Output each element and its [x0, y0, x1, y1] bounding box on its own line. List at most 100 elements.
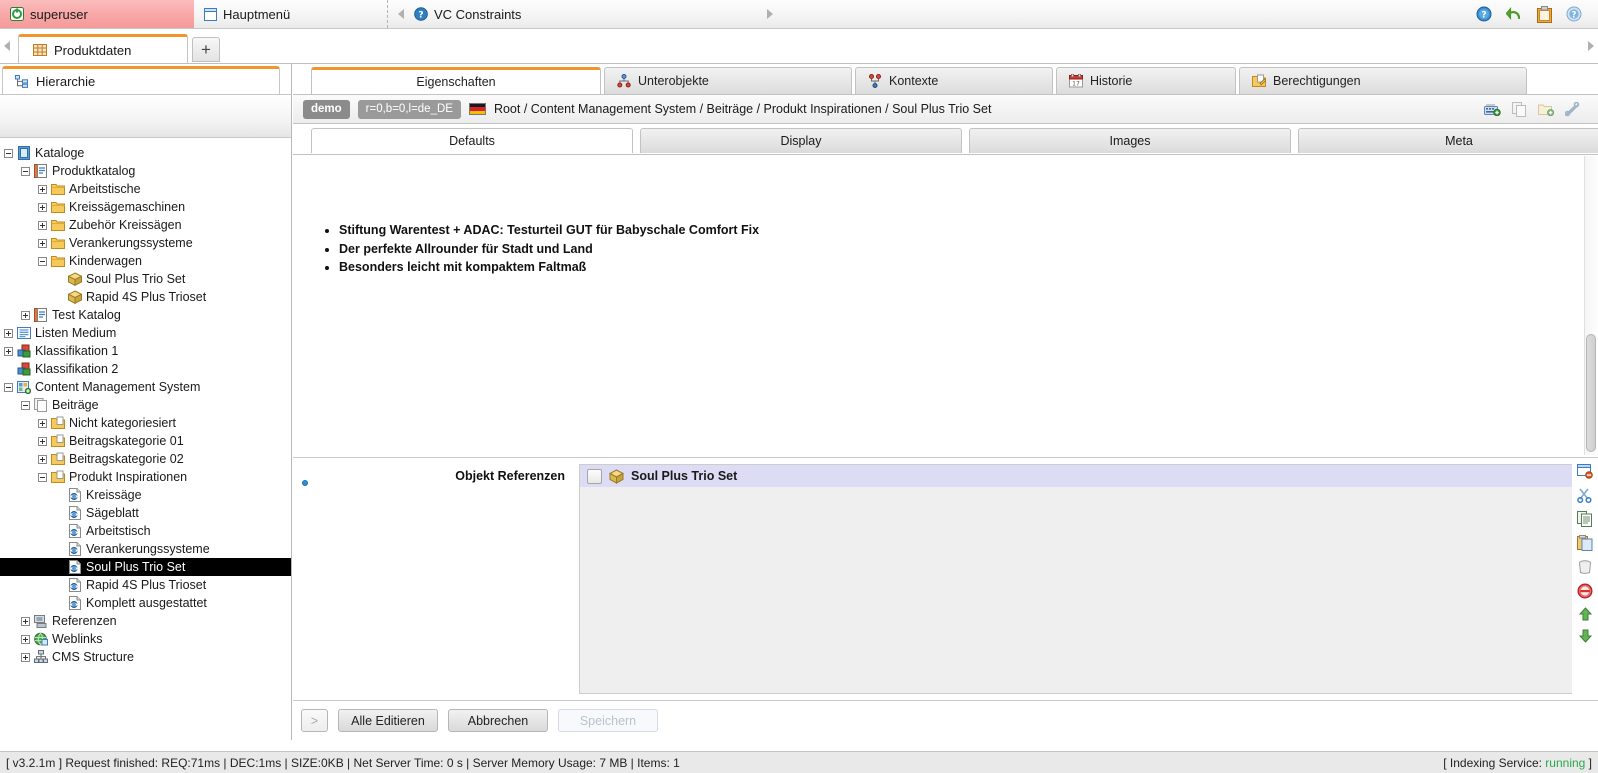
tree-item[interactable]: Klassifikation 2	[0, 360, 291, 378]
edit-all-button[interactable]: Alle Editieren	[338, 709, 438, 732]
tree-item[interactable]: Komplett ausgestattet	[0, 594, 291, 612]
tools-icon[interactable]	[1564, 101, 1580, 117]
collapse-icon[interactable]	[38, 256, 47, 266]
tree-item[interactable]: Nicht kategoriesiert	[0, 414, 291, 432]
tree-item[interactable]: Klassifikation 1	[0, 342, 291, 360]
expand-icon[interactable]	[38, 220, 47, 230]
sub-tab-meta[interactable]: Meta	[1298, 128, 1598, 153]
breadcrumb-path[interactable]: Root / Content Management System / Beitr…	[494, 102, 991, 116]
main-tab-label: Kontexte	[889, 74, 939, 88]
expand-icon[interactable]	[4, 346, 13, 356]
expand-icon[interactable]	[38, 436, 47, 446]
defaults-editor-pane[interactable]: Stiftung Warentest + ADAC: Testurteil GU…	[293, 155, 1598, 456]
main-tab-berechtigungen[interactable]: Berechtigungen	[1239, 67, 1527, 94]
scroll-left-icon[interactable]	[398, 9, 404, 19]
main-tab-historie[interactable]: 17 Historie	[1056, 67, 1236, 94]
reference-row[interactable]: Soul Plus Trio Set	[580, 465, 1572, 487]
article-icon	[68, 506, 82, 520]
expand-icon[interactable]	[38, 238, 47, 248]
move-down-icon[interactable]	[1578, 629, 1592, 643]
tree-item[interactable]: Zubehör Kreissägen	[0, 216, 291, 234]
tree-item[interactable]: Referenzen	[0, 612, 291, 630]
tree-item[interactable]: Beitragskategorie 01	[0, 432, 291, 450]
expand-icon[interactable]	[21, 616, 30, 626]
collapse-icon[interactable]	[4, 148, 13, 158]
scroll-right-icon[interactable]	[767, 9, 773, 19]
tree-item[interactable]: Content Management System	[0, 378, 291, 396]
tree-item[interactable]: Produktkatalog	[0, 162, 291, 180]
trash-icon[interactable]	[1577, 559, 1593, 575]
collapse-icon[interactable]	[38, 472, 47, 482]
tree-item[interactable]: Rapid 4S Plus Trioset	[0, 288, 291, 306]
tabstrip-left-arrow[interactable]	[0, 28, 14, 63]
block-delete-icon[interactable]	[1577, 583, 1593, 599]
expand-icon[interactable]	[38, 454, 47, 464]
tree-item[interactable]: CMS Structure	[0, 648, 291, 666]
collapse-icon[interactable]	[21, 400, 30, 410]
expand-icon[interactable]	[21, 634, 30, 644]
tree-item[interactable]: Arbeitstische	[0, 180, 291, 198]
expand-icon[interactable]	[38, 184, 47, 194]
tree-item[interactable]: Verankerungssysteme	[0, 540, 291, 558]
help-light-icon[interactable]: ?	[1566, 6, 1582, 22]
topbar-mainmenu-cell[interactable]: Hauptmenü	[194, 0, 388, 28]
sidebar-tab-hierarchie[interactable]: Hierarchie	[2, 66, 280, 94]
clipboard-orange-icon[interactable]	[1537, 5, 1552, 23]
topbar-user-cell[interactable]: superuser	[0, 0, 194, 28]
cancel-button[interactable]: Abbrechen	[448, 709, 548, 732]
add-tab-button[interactable]: +	[192, 37, 220, 62]
expand-icon[interactable]	[21, 310, 30, 320]
tree-item[interactable]: Soul Plus Trio Set	[0, 270, 291, 288]
paste-icon[interactable]	[1577, 535, 1593, 551]
tree-item[interactable]: Weblinks	[0, 630, 291, 648]
topbar-vc-cell[interactable]: ? VC Constraints	[388, 0, 783, 28]
tree-item[interactable]: Beitragskategorie 02	[0, 450, 291, 468]
sub-tab-defaults[interactable]: Defaults	[311, 128, 633, 153]
tree-item[interactable]: Rapid 4S Plus Trioset	[0, 576, 291, 594]
main-tab-kontexte[interactable]: Kontexte	[855, 67, 1053, 94]
help-blue-icon[interactable]: ?	[1476, 6, 1492, 22]
tree-item[interactable]: Kreissäge	[0, 486, 291, 504]
tree-item[interactable]: Test Katalog	[0, 306, 291, 324]
tabstrip-right-arrow[interactable]	[1584, 28, 1598, 63]
copy-icon[interactable]	[1512, 101, 1527, 117]
tree-item[interactable]: Sägeblatt	[0, 504, 291, 522]
collapse-icon[interactable]	[4, 382, 13, 392]
save-button[interactable]: Speichern	[558, 709, 658, 732]
main-tab-unterobjekte[interactable]: Unterobjekte	[604, 67, 852, 94]
object-references-list[interactable]: Soul Plus Trio Set	[579, 464, 1572, 694]
undo-green-icon[interactable]	[1505, 6, 1523, 22]
folder-doc-icon	[51, 434, 65, 448]
cut-scissors-icon[interactable]	[1577, 487, 1593, 504]
add-keyboard-icon[interactable]	[1484, 102, 1501, 117]
workspace-chip[interactable]: demo	[303, 99, 350, 119]
tree-item[interactable]: Kinderwagen	[0, 252, 291, 270]
scrollbar-thumb[interactable]	[1586, 334, 1596, 452]
main-tab-eigenschaften[interactable]: Eigenschaften	[311, 67, 601, 94]
sub-tab-images[interactable]: Images	[969, 128, 1291, 153]
reference-checkbox[interactable]	[587, 468, 602, 484]
tree-item[interactable]: Kataloge	[0, 144, 291, 162]
hierarchy-tree[interactable]: Kataloge Produktkatalog Arbeitstische Kreis…	[0, 138, 291, 740]
tree-item[interactable]: Produkt Inspirationen	[0, 468, 291, 486]
expand-icon[interactable]	[38, 202, 47, 212]
editor-vertical-scrollbar[interactable]	[1584, 156, 1597, 455]
tree-item[interactable]: Kreissägemaschinen	[0, 198, 291, 216]
remove-window-icon[interactable]	[1577, 464, 1593, 479]
add-folder-icon[interactable]	[1538, 102, 1555, 117]
expand-icon[interactable]	[38, 418, 47, 428]
window-tab-produktdaten[interactable]: Produktdaten	[18, 34, 188, 63]
move-up-icon[interactable]	[1578, 607, 1592, 621]
expand-button[interactable]: >	[301, 709, 328, 732]
tree-item[interactable]: Beiträge	[0, 396, 291, 414]
copy-icon[interactable]	[1577, 511, 1593, 527]
tree-item[interactable]: Soul Plus Trio Set	[0, 558, 291, 576]
tree-item[interactable]: Arbeitstisch	[0, 522, 291, 540]
context-chip[interactable]: r=0,b=0,l=de_DE	[357, 99, 461, 119]
collapse-icon[interactable]	[21, 166, 30, 176]
tree-item[interactable]: Listen Medium	[0, 324, 291, 342]
expand-icon[interactable]	[21, 652, 30, 662]
tree-item[interactable]: Verankerungssysteme	[0, 234, 291, 252]
sub-tab-display[interactable]: Display	[640, 128, 962, 153]
expand-icon[interactable]	[4, 328, 13, 338]
